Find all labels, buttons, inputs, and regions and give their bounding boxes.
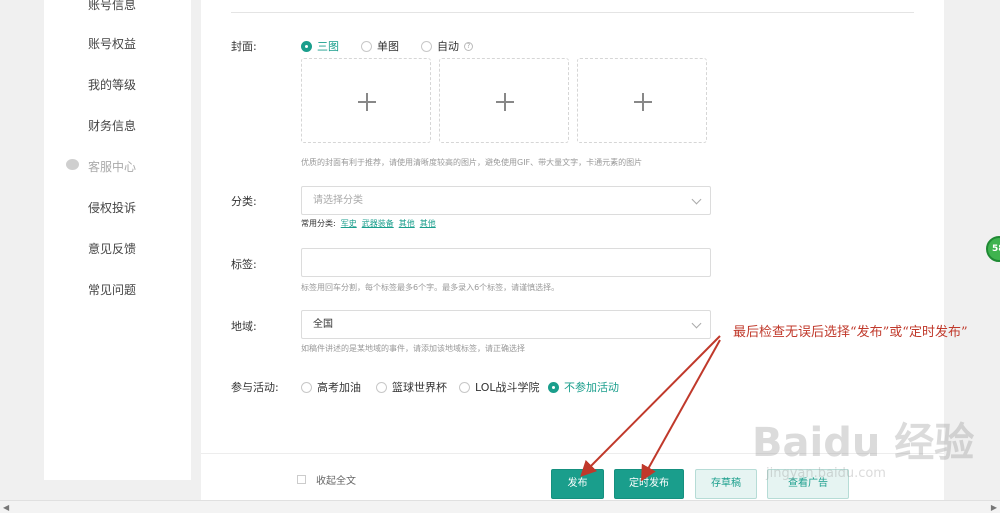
scroll-right-icon[interactable]: ▶ <box>991 503 997 512</box>
scroll-left-icon[interactable]: ◀ <box>3 503 9 512</box>
watermark-url: jingyan.baidu.com <box>766 466 886 481</box>
arrow-to-publish <box>580 335 721 477</box>
horizontal-scrollbar[interactable]: ◀ ▶ <box>0 500 1000 513</box>
arrow-to-scheduled <box>641 339 721 482</box>
watermark: Baidu 经验 jingyan.baidu.com <box>752 400 982 495</box>
watermark-brand: Baidu 经验 <box>752 420 975 466</box>
